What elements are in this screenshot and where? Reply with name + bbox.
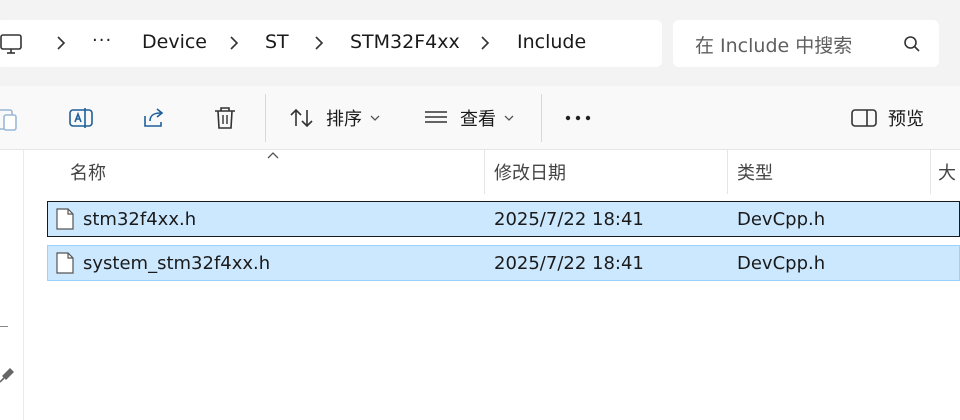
search-input[interactable]: 在 Include 中搜索 [695, 31, 852, 58]
column-header-name[interactable]: 名称 [70, 150, 106, 194]
this-pc-icon[interactable] [0, 33, 22, 55]
more-icon [565, 115, 591, 121]
chevron-right-icon[interactable] [54, 34, 68, 52]
trash-icon [215, 107, 235, 129]
sort-icon [290, 108, 313, 128]
breadcrumb-more-button[interactable]: ··· [92, 30, 112, 51]
preview-pane-icon [851, 109, 877, 127]
file-name: stm32f4xx.h [83, 208, 197, 230]
toolbar-divider [541, 94, 542, 142]
chevron-right-icon[interactable] [227, 34, 241, 52]
file-name: system_stm32f4xx.h [83, 252, 271, 274]
column-divider[interactable] [484, 150, 485, 194]
file-icon [56, 208, 74, 230]
paste-icon [0, 109, 17, 131]
view-label: 查看 [460, 109, 496, 130]
column-divider[interactable] [930, 150, 931, 194]
share-button[interactable] [140, 86, 168, 150]
sort-label: 排序 [326, 109, 362, 130]
breadcrumb[interactable]: ··· Device ST STM32F4xx Include [0, 20, 662, 67]
window-edge [954, 0, 960, 86]
breadcrumb-item-include[interactable]: Include [517, 31, 586, 53]
breadcrumb-item-device[interactable]: Device [142, 31, 207, 53]
pin-icon[interactable] [0, 366, 16, 384]
paste-button[interactable] [0, 86, 20, 150]
address-row: ··· Device ST STM32F4xx Include 在 Includ… [0, 0, 960, 86]
column-header-size[interactable]: 大 [938, 150, 956, 194]
column-header-modified[interactable]: 修改日期 [494, 150, 566, 194]
nav-divider [0, 326, 8, 327]
chevron-right-icon[interactable] [478, 34, 492, 52]
file-type: DevCpp.h [737, 208, 826, 230]
preview-pane-button[interactable]: 预览 [850, 86, 924, 150]
chevron-down-icon [370, 115, 380, 121]
toolbar-divider [265, 94, 266, 142]
view-button[interactable]: 查看 [422, 86, 514, 150]
rename-button[interactable] [67, 86, 95, 150]
file-row[interactable]: system_stm32f4xx.h 2025/7/22 18:41 DevCp… [47, 245, 960, 281]
file-type: DevCpp.h [737, 252, 826, 274]
chevron-right-icon[interactable] [312, 34, 326, 52]
delete-button[interactable] [211, 86, 239, 150]
breadcrumb-item-st[interactable]: ST [265, 31, 289, 53]
column-header-type[interactable]: 类型 [737, 150, 773, 194]
search-icon[interactable] [903, 35, 921, 53]
breadcrumb-item-stm32f4xx[interactable]: STM32F4xx [350, 31, 460, 53]
file-icon [56, 252, 74, 274]
preview-label: 预览 [888, 109, 924, 130]
sort-button[interactable]: 排序 [288, 86, 380, 150]
share-icon [144, 108, 164, 127]
command-bar: 排序 查看 预览 [0, 86, 960, 150]
file-row[interactable]: stm32f4xx.h 2025/7/22 18:41 DevCpp.h [47, 201, 960, 237]
search-box[interactable]: 在 Include 中搜索 [673, 20, 939, 67]
view-list-icon [425, 111, 447, 123]
column-header-row: 名称 修改日期 类型 大 [25, 150, 960, 194]
file-modified: 2025/7/22 18:41 [494, 208, 644, 230]
file-modified: 2025/7/22 18:41 [494, 252, 644, 274]
rename-icon [69, 108, 93, 128]
more-options-button[interactable] [563, 86, 593, 150]
chevron-down-icon [504, 115, 514, 121]
column-divider[interactable] [727, 150, 728, 194]
